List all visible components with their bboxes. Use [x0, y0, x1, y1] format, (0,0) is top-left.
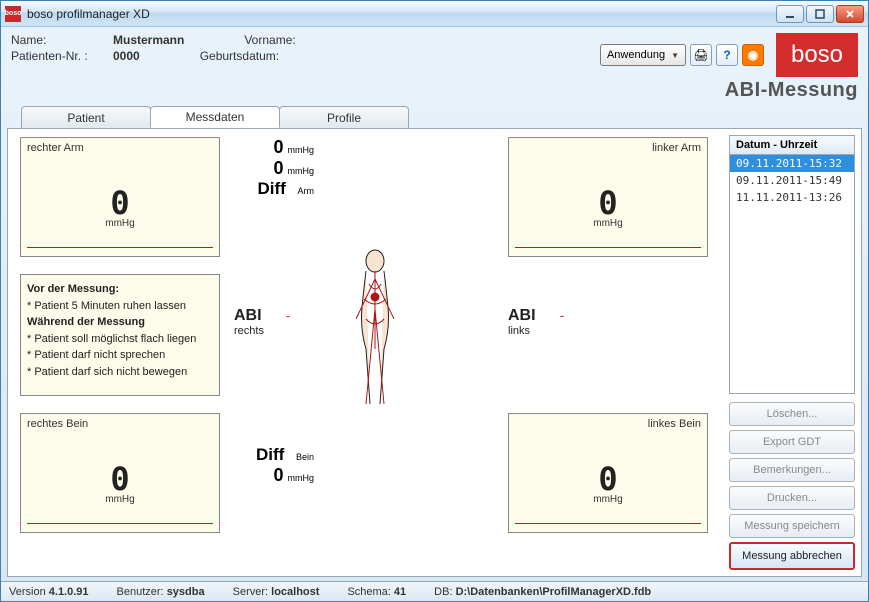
- card-baseline: [27, 247, 213, 248]
- anwendung-combo[interactable]: Anwendung ▼: [600, 44, 686, 66]
- card-value: 0: [509, 184, 707, 222]
- status-schema: Schema: 41: [347, 586, 406, 598]
- name-value: Mustermann: [113, 33, 184, 47]
- close-button[interactable]: [836, 5, 864, 23]
- minimize-button[interactable]: [776, 5, 804, 23]
- info-l1: * Patient 5 Minuten ruhen lassen: [27, 300, 186, 312]
- diff-unit-bot: mmHg: [288, 473, 315, 483]
- patnr-label: Patienten-Nr. :: [11, 49, 113, 63]
- list-item[interactable]: 09.11.2011-15:49: [730, 172, 854, 189]
- card-linkes-bein: linkes Bein 0 mmHg: [508, 413, 708, 533]
- abi-dash: -: [560, 307, 565, 323]
- name-label: Name:: [11, 33, 113, 47]
- card-title: linker Arm: [652, 142, 701, 154]
- list-header: Datum - Uhrzeit: [729, 135, 855, 155]
- vorname-label: Vorname:: [244, 33, 346, 47]
- card-value: 0: [21, 460, 219, 498]
- diff-arm-block: 0 mmHg 0 mmHg Diff Arm: [226, 137, 314, 199]
- diff-val-bot: 0: [273, 465, 283, 486]
- abi-side: rechts: [234, 325, 290, 337]
- card-unit: mmHg: [21, 218, 219, 229]
- chevron-down-icon: ▼: [671, 51, 679, 60]
- card-unit: mmHg: [509, 494, 707, 505]
- main-panel: rechter Arm 0 mmHg linker Arm 0 mmHg rec…: [7, 128, 862, 577]
- record-icon-button[interactable]: ◉: [742, 44, 764, 66]
- card-baseline: [515, 247, 701, 248]
- status-user: Benutzer: sysdba: [117, 586, 205, 598]
- info-l4: * Patient darf sich nicht bewegen: [27, 366, 187, 378]
- bemerkungen-button[interactable]: Bemerkungen...: [729, 458, 855, 482]
- card-value: 0: [509, 460, 707, 498]
- abi-rechts: ABI - rechts: [234, 307, 290, 337]
- list-item[interactable]: 11.11.2011-13:26: [730, 189, 854, 206]
- drucken-button[interactable]: Drucken...: [729, 486, 855, 510]
- diff-label: Diff: [258, 179, 294, 199]
- diff-val1: 0: [273, 137, 283, 158]
- app-window: boso boso profilmanager XD Name: Musterm…: [0, 0, 869, 602]
- abi-links: ABI - links: [508, 307, 564, 337]
- card-linker-arm: linker Arm 0 mmHg: [508, 137, 708, 257]
- speichern-button[interactable]: Messung speichern: [729, 514, 855, 538]
- abi-label: ABI: [508, 307, 536, 324]
- instructions-box: Vor der Messung: * Patient 5 Minuten ruh…: [20, 274, 220, 396]
- info-l2: * Patient soll möglichst flach liegen: [27, 333, 196, 345]
- anwendung-label: Anwendung: [607, 49, 665, 61]
- card-value: 0: [21, 184, 219, 222]
- titlebar: boso boso profilmanager XD: [1, 1, 868, 27]
- diff-val2: 0: [273, 158, 283, 179]
- page-subtitle: ABI-Messung: [600, 79, 858, 102]
- print-icon-button[interactable]: 🖨: [690, 44, 712, 66]
- abi-label: ABI: [234, 307, 262, 324]
- card-rechter-arm: rechter Arm 0 mmHg: [20, 137, 220, 257]
- patnr-value: 0000: [113, 49, 140, 63]
- brand-logo: boso: [776, 33, 858, 77]
- status-version: Version 4.1.0.91: [9, 586, 89, 598]
- info-l3: * Patient darf nicht sprechen: [27, 349, 165, 361]
- app-icon: boso: [5, 6, 21, 22]
- tab-patient[interactable]: Patient: [21, 106, 151, 128]
- geb-label: Geburtsdatum:: [200, 49, 302, 63]
- abi-side: links: [508, 325, 564, 337]
- export-gdt-button[interactable]: Export GDT: [729, 430, 855, 454]
- diff-bein-label: Bein: [296, 452, 314, 462]
- info-h1: Vor der Messung:: [27, 283, 119, 295]
- info-h2: Während der Messung: [27, 316, 145, 328]
- abbrechen-button[interactable]: Messung abbrechen: [729, 542, 855, 570]
- card-unit: mmHg: [21, 494, 219, 505]
- tabs: Patient Messdaten Profile: [1, 106, 868, 128]
- tab-messdaten[interactable]: Messdaten: [150, 106, 280, 128]
- maximize-button[interactable]: [806, 5, 834, 23]
- measurement-list[interactable]: 09.11.2011-15:32 09.11.2011-15:49 11.11.…: [729, 155, 855, 394]
- abi-dash: -: [286, 307, 291, 323]
- card-title: rechtes Bein: [27, 418, 88, 430]
- card-baseline: [515, 523, 701, 524]
- status-db: DB: D:\Datenbanken\ProfilManagerXD.fdb: [434, 586, 651, 598]
- header: Name: Mustermann Vorname: Patienten-Nr. …: [1, 27, 868, 102]
- loeschen-button[interactable]: Löschen...: [729, 402, 855, 426]
- diff-arm-label: Arm: [298, 186, 315, 196]
- tab-profile[interactable]: Profile: [279, 106, 409, 128]
- measurement-area: rechter Arm 0 mmHg linker Arm 0 mmHg rec…: [8, 129, 729, 576]
- card-rechtes-bein: rechtes Bein 0 mmHg: [20, 413, 220, 533]
- diff-unit2: mmHg: [288, 166, 315, 176]
- status-server: Server: localhost: [233, 586, 320, 598]
- side-panel: Datum - Uhrzeit 09.11.2011-15:32 09.11.2…: [729, 129, 861, 576]
- window-title: boso profilmanager XD: [27, 7, 776, 21]
- statusbar: Version 4.1.0.91 Benutzer: sysdba Server…: [1, 581, 868, 601]
- list-item[interactable]: 09.11.2011-15:32: [730, 155, 854, 172]
- card-unit: mmHg: [509, 218, 707, 229]
- diff-label: Diff: [256, 445, 292, 465]
- diff-unit1: mmHg: [288, 145, 315, 155]
- card-baseline: [27, 523, 213, 524]
- card-title: linkes Bein: [648, 418, 701, 430]
- card-title: rechter Arm: [27, 142, 84, 154]
- diff-bein-block: Diff Bein 0 mmHg: [226, 445, 314, 486]
- help-icon-button[interactable]: ?: [716, 44, 738, 66]
- body-figure: [344, 249, 406, 409]
